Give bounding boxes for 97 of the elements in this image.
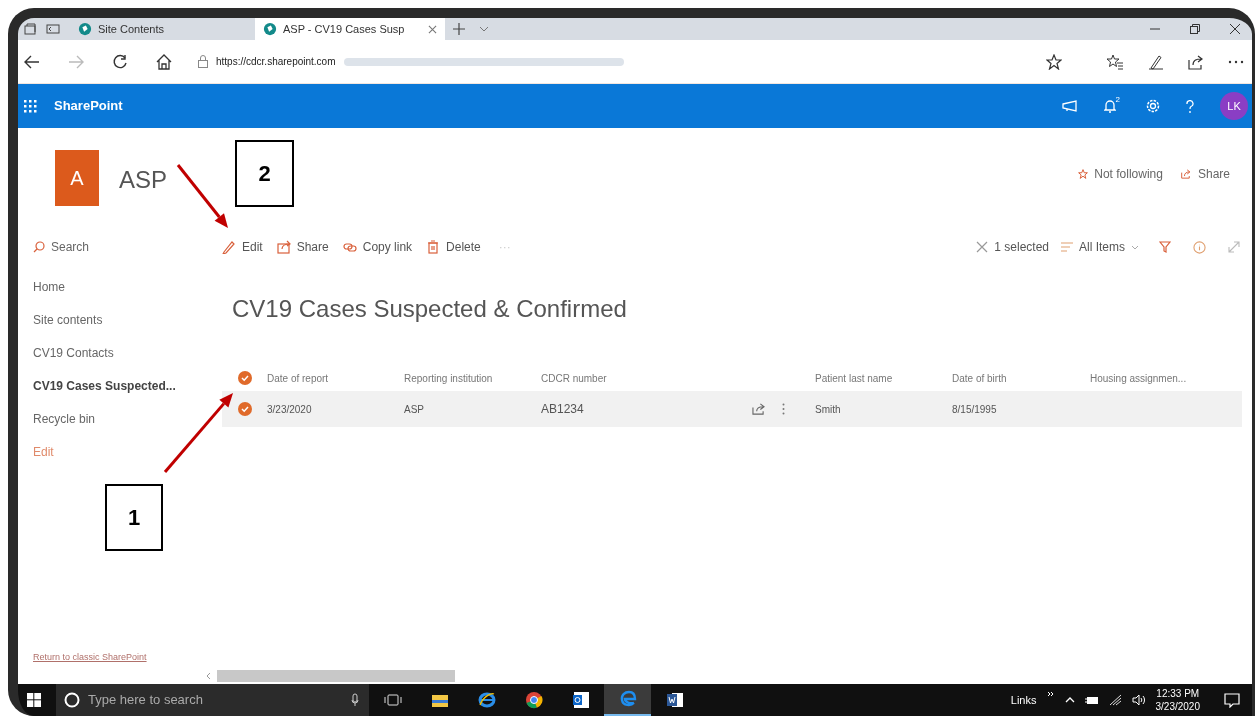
edge-icon [618, 690, 637, 708]
share-icon[interactable] [752, 403, 765, 415]
megaphone-icon[interactable] [1061, 100, 1078, 112]
edit-icon [222, 240, 236, 254]
copy-link-icon [342, 240, 357, 254]
chevron-down-icon [1131, 244, 1139, 250]
column-header[interactable]: Date of report [267, 370, 404, 386]
cortana-circle-icon [64, 692, 80, 708]
plug-icon[interactable] [1084, 695, 1099, 705]
tab-preview-icon [24, 23, 36, 35]
scroll-left-icon[interactable] [206, 672, 211, 680]
star-icon [1078, 169, 1089, 179]
app-launcher-icon[interactable] [24, 99, 37, 113]
column-header[interactable]: CDCR number [541, 370, 815, 386]
user-avatar[interactable]: LK [1220, 92, 1248, 120]
close-icon [976, 241, 989, 253]
back-icon[interactable] [24, 54, 40, 69]
more-vertical-icon[interactable] [782, 403, 785, 415]
bell-icon [1103, 99, 1116, 113]
word-icon [665, 691, 684, 709]
column-header[interactable]: Patient last name [815, 370, 952, 386]
callout-number: 1 [105, 484, 163, 551]
nav-link[interactable]: Home [33, 270, 218, 303]
star-icon[interactable] [1046, 53, 1062, 70]
scrollbar-thumb[interactable] [217, 670, 455, 682]
edit-button[interactable]: Edit [222, 238, 263, 256]
app-name[interactable]: SharePoint [54, 96, 123, 116]
nav-link[interactable]: CV19 Cases Suspected... [33, 369, 218, 402]
delete-icon [426, 240, 441, 254]
lock-icon [198, 55, 208, 68]
internet-explorer-icon [477, 691, 496, 709]
share-button[interactable]: Share [276, 238, 329, 256]
volume-icon[interactable] [1131, 694, 1146, 706]
delete-button[interactable]: Delete [426, 238, 481, 256]
chrome-icon [524, 691, 543, 709]
nav-link[interactable]: Site contents [33, 303, 218, 336]
table-cell-text: 8/15/1995 [952, 402, 998, 417]
help-icon[interactable] [1186, 99, 1194, 113]
home-icon[interactable] [156, 53, 172, 70]
column-header[interactable]: Housing assignmen... [1090, 370, 1242, 386]
new-tab-icon[interactable] [453, 23, 465, 35]
address-field[interactable]: https://cdcr.sharepoint.com [198, 54, 624, 69]
lines-icon [1061, 242, 1073, 252]
close-icon [428, 24, 437, 34]
double-chevron-icon[interactable] [1046, 691, 1055, 697]
site-icon [78, 22, 92, 36]
column-header[interactable]: Date of birth [952, 370, 1090, 386]
close-icon[interactable] [1230, 24, 1240, 34]
notifications-button[interactable]: 2 [1103, 99, 1120, 113]
column-header[interactable]: Reporting institution [404, 370, 541, 386]
chevron-down-icon[interactable] [479, 26, 489, 32]
chevron-up-icon[interactable] [1064, 697, 1075, 703]
outlook-icon [571, 691, 590, 709]
browser-tab[interactable]: ASP - CV19 Cases Susp [255, 18, 445, 40]
windows-start-icon[interactable] [27, 693, 41, 707]
links-toolbar[interactable]: Links [1010, 691, 1037, 709]
taskbar-search-field[interactable]: Type here to search [56, 684, 369, 716]
filter-icon[interactable] [1159, 241, 1171, 253]
checked-circle-icon[interactable] [237, 371, 252, 385]
tab-aside-icon [46, 23, 60, 35]
table-cell-text: 3/23/2020 [267, 402, 313, 417]
task-view-icon [383, 691, 402, 709]
share-icon[interactable] [1188, 53, 1204, 70]
clock[interactable]: 12:33 PM 3/23/2020 [1155, 687, 1200, 713]
table-cell-text: Smith [815, 402, 842, 417]
pen-icon[interactable] [1148, 53, 1164, 70]
restore-icon[interactable] [1190, 24, 1200, 34]
follow-button[interactable]: Not following [1078, 165, 1163, 183]
share-icon [1180, 169, 1192, 179]
share-button[interactable]: Share [1180, 165, 1230, 183]
table-cell-text: ASP [404, 402, 425, 417]
search-icon [33, 241, 45, 253]
share-icon [276, 240, 291, 254]
search-field[interactable]: Search [33, 228, 218, 266]
clear-selection-button[interactable]: 1 selected [976, 238, 1049, 256]
list-row[interactable]: 3/23/2020 ASP AB1234 Smith 8/15/1995 [222, 391, 1242, 427]
site-logo[interactable]: A [55, 150, 99, 206]
wifi-icon[interactable] [1108, 694, 1122, 706]
annotation-arrow [176, 164, 228, 228]
classic-link[interactable]: Return to classic SharePoint [33, 650, 218, 664]
notification-icon[interactable] [1224, 692, 1240, 708]
settings-icon[interactable] [1146, 99, 1160, 113]
more-icon[interactable] [1228, 59, 1244, 64]
table-cell-text: AB1234 [541, 401, 585, 418]
favorites-list-icon[interactable] [1106, 53, 1124, 70]
edge-button[interactable] [604, 684, 651, 716]
view-dropdown[interactable]: All Items [1061, 238, 1139, 256]
checked-circle-icon[interactable] [237, 402, 252, 416]
nav-link[interactable]: Recycle bin [33, 402, 218, 435]
nav-link[interactable]: CV19 Contacts [33, 336, 218, 369]
refresh-icon[interactable] [112, 53, 128, 70]
copy-link-button[interactable]: Copy link [342, 238, 413, 256]
site-icon [263, 22, 277, 36]
site-name[interactable]: ASP [119, 162, 168, 198]
callout-number: 2 [235, 140, 294, 207]
microphone-icon [351, 693, 359, 707]
list-title: CV19 Cases Suspected & Confirmed [232, 294, 628, 324]
